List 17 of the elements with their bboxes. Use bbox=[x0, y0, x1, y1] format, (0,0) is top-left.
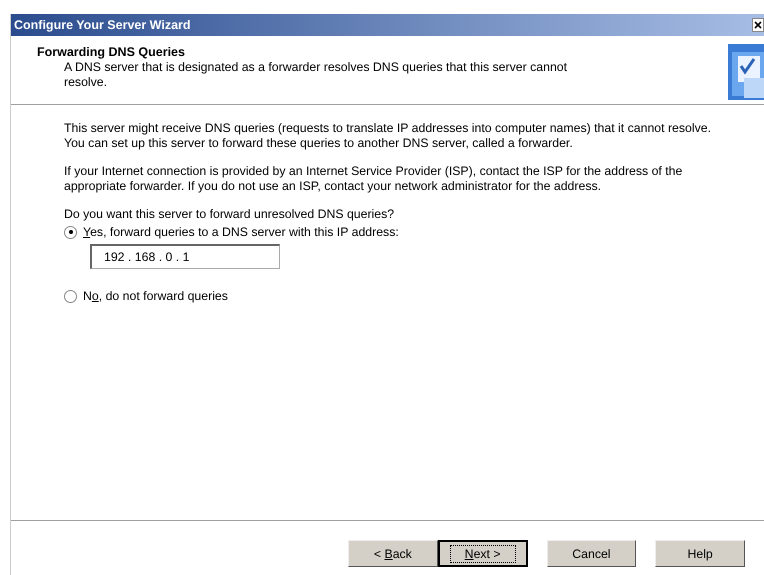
document-icon bbox=[728, 44, 764, 100]
radio-button[interactable] bbox=[64, 226, 77, 238]
wizard-button[interactable]: Help bbox=[655, 540, 745, 567]
radio-label[interactable]: Yes, forward queries to a DNS server with this IP address: bbox=[83, 225, 399, 239]
paragraph: This server might receive DNS queries (requests to translate IP addresses into computer names) that it cannot resolve. You can set up this server to forward these queries to another DNS server, called a forwarder. bbox=[64, 121, 712, 151]
page-heading: Forwarding DNS Queries bbox=[37, 45, 186, 59]
ip-address-field[interactable]: 192 . 168 . 0 . 1 bbox=[90, 244, 280, 269]
window-title: Configure Your Server Wizard bbox=[14, 18, 192, 32]
radio-button[interactable] bbox=[64, 290, 77, 302]
radio-label[interactable]: No, do not forward queries bbox=[83, 289, 228, 303]
paragraph: If your Internet connection is provided by an Internet Service Provider (ISP), contact the ISP for the address of the appropriate forwarder. If you do not use an ISP, contact your network administrator for the address. bbox=[64, 164, 684, 194]
wizard-button[interactable]: Cancel bbox=[546, 540, 636, 567]
page-subtitle: A DNS server that is designated as a forwarder resolves DNS queries that this server cannot resolve. bbox=[63, 60, 568, 90]
close-icon[interactable] bbox=[752, 18, 764, 32]
wizard-button[interactable]: < Back bbox=[348, 540, 438, 567]
question-text: Do you want this server to forward unresolved DNS queries? bbox=[64, 207, 396, 221]
wizard-button[interactable]: Next > bbox=[438, 540, 528, 567]
